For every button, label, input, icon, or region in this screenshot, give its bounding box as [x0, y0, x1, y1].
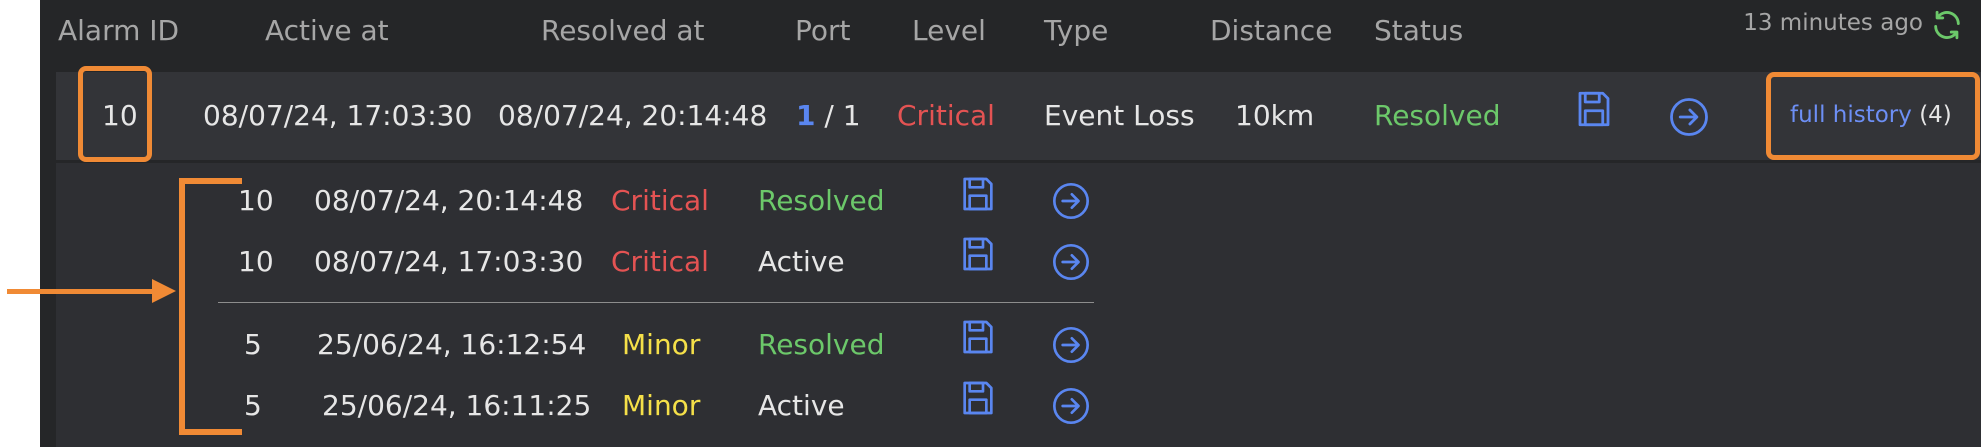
history-alarm-id: 5 — [244, 328, 262, 361]
header-distance[interactable]: Distance — [1210, 14, 1332, 47]
alarm-distance: 10km — [1235, 99, 1315, 132]
header-status[interactable]: Status — [1374, 14, 1463, 47]
header-resolved-at[interactable]: Resolved at — [541, 14, 705, 47]
arrow-right-circle-icon[interactable] — [1051, 386, 1091, 426]
annotation-arrow-line — [7, 289, 157, 294]
history-alarm-id: 10 — [238, 245, 274, 278]
alarm-port: 1 / 1 — [796, 99, 861, 132]
save-icon[interactable] — [958, 317, 998, 357]
last-updated-text: 13 minutes ago — [1743, 10, 1923, 36]
history-status: Resolved — [758, 328, 885, 361]
arrow-right-circle-icon[interactable] — [1051, 181, 1091, 221]
history-alarm-id: 5 — [244, 389, 262, 422]
annotation-alarm-id-box — [78, 66, 152, 162]
save-icon[interactable] — [958, 378, 998, 418]
history-time: 25/06/24, 16:12:54 — [317, 328, 587, 361]
annotation-arrow-head — [152, 279, 176, 303]
arrow-right-circle-icon[interactable] — [1668, 96, 1710, 138]
annotation-full-history-box — [1766, 72, 1980, 160]
port-total: / 1 — [815, 99, 861, 132]
alarm-active-at: 08/07/24, 17:03:30 — [203, 99, 473, 132]
alarm-resolved-at: 08/07/24, 20:14:48 — [498, 99, 768, 132]
history-status: Active — [758, 389, 845, 422]
history-status: Resolved — [758, 184, 885, 217]
history-time: 25/06/24, 16:11:25 — [322, 389, 592, 422]
alarm-status: Resolved — [1374, 99, 1501, 132]
history-level: Minor — [622, 389, 701, 422]
history-status: Active — [758, 245, 845, 278]
save-icon[interactable] — [1573, 88, 1615, 130]
history-alarm-id: 10 — [238, 184, 274, 217]
history-time: 08/07/24, 20:14:48 — [314, 184, 584, 217]
alarm-level: Critical — [897, 99, 995, 132]
history-level: Critical — [611, 184, 709, 217]
save-icon[interactable] — [958, 234, 998, 274]
history-divider — [218, 302, 1094, 303]
header-level[interactable]: Level — [912, 14, 986, 47]
header-alarm-id[interactable]: Alarm ID — [58, 14, 179, 47]
arrow-right-circle-icon[interactable] — [1051, 325, 1091, 365]
port-number: 1 — [796, 99, 816, 132]
save-icon[interactable] — [958, 174, 998, 214]
refresh-icon[interactable] — [1930, 8, 1964, 42]
history-time: 08/07/24, 17:03:30 — [314, 245, 584, 278]
arrow-right-circle-icon[interactable] — [1051, 242, 1091, 282]
alarm-type: Event Loss — [1044, 99, 1195, 132]
header-active-at[interactable]: Active at — [265, 14, 389, 47]
header-port[interactable]: Port — [795, 14, 851, 47]
annotation-history-bracket — [179, 178, 242, 435]
history-level: Critical — [611, 245, 709, 278]
header-type[interactable]: Type — [1044, 14, 1108, 47]
history-level: Minor — [622, 328, 701, 361]
